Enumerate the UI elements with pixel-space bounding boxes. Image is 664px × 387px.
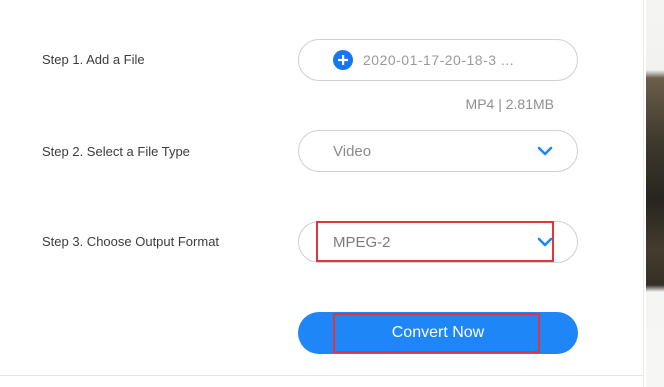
- step3-label: Step 3. Choose Output Format: [42, 234, 220, 249]
- convert-button-highlight: [333, 313, 540, 353]
- chevron-down-icon[interactable]: [537, 144, 553, 158]
- bottom-divider: [0, 375, 644, 376]
- step2-label: Step 2. Select a File Type: [42, 144, 190, 159]
- output-format-highlight: [316, 221, 554, 262]
- side-preview-image: [646, 0, 664, 387]
- file-type-value: Video: [333, 143, 372, 160]
- add-file-field[interactable]: 2020-01-17-20-18-3 ...: [298, 39, 578, 81]
- converter-panel: Step 1. Add a File 2020-01-17-20-18-3 ..…: [0, 0, 664, 387]
- file-name: 2020-01-17-20-18-3 ...: [363, 52, 515, 68]
- file-meta: MP4 | 2.81MB: [465, 96, 554, 112]
- right-divider: [643, 0, 644, 387]
- plus-circle-icon[interactable]: [333, 50, 353, 70]
- step1-label: Step 1. Add a File: [42, 52, 145, 67]
- file-type-select[interactable]: Video: [298, 130, 578, 172]
